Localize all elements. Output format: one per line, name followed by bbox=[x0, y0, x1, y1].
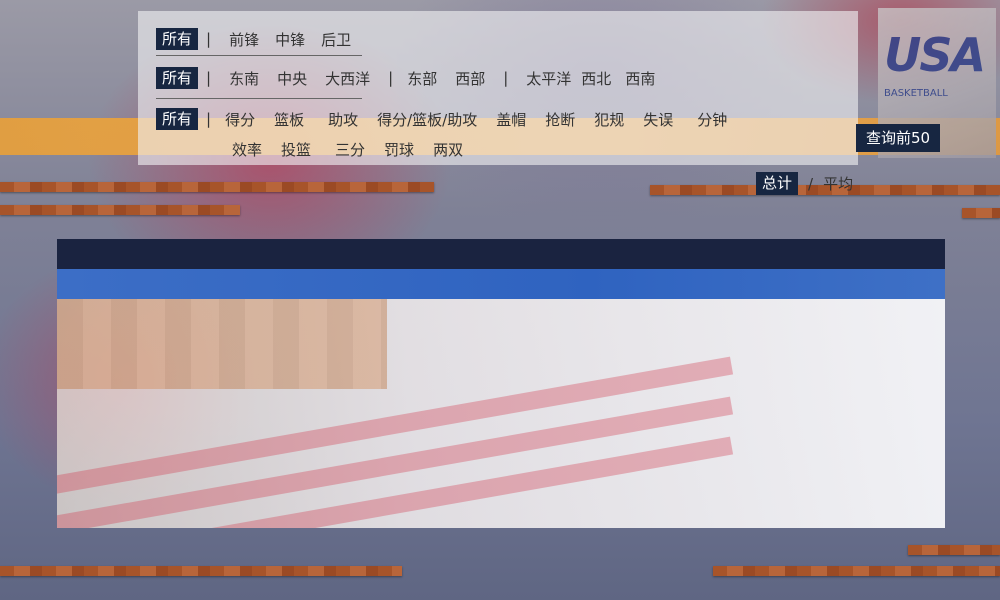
separator: | bbox=[206, 110, 212, 128]
position-option[interactable]: 中锋 bbox=[275, 29, 305, 50]
query-top50-button[interactable]: 查询前50 bbox=[856, 124, 940, 152]
stat-option[interactable]: 三分 bbox=[335, 139, 365, 160]
wood-plank bbox=[908, 545, 1000, 555]
average-tab[interactable]: 平均 bbox=[823, 173, 853, 194]
page-background: USA BASKETBALL 所有 | 前锋 中锋 后卫 所有 | 东南 中央 … bbox=[0, 0, 1000, 600]
position-option[interactable]: 后卫 bbox=[321, 29, 351, 50]
division-option[interactable]: 中央 bbox=[277, 68, 307, 89]
stat-option[interactable]: 投篮 bbox=[281, 139, 311, 160]
stat-option[interactable]: 罚球 bbox=[384, 139, 414, 160]
group-separator: | bbox=[503, 69, 509, 87]
division-all-chip[interactable]: 所有 bbox=[156, 67, 199, 89]
total-average-toggle: 总计 / 平均 bbox=[756, 172, 853, 195]
division-option[interactable]: 太平洋 bbox=[526, 68, 571, 89]
wood-plank bbox=[962, 208, 1000, 218]
division-option[interactable]: 东南 bbox=[229, 68, 259, 89]
filter-panel: 所有 | 前锋 中锋 后卫 所有 | 东南 中央 大西洋 | 东部 西部 | 太… bbox=[138, 11, 858, 165]
stat-option[interactable]: 效率 bbox=[232, 139, 262, 160]
position-filter-row: 所有 | 前锋 中锋 后卫 bbox=[156, 28, 367, 50]
table-body bbox=[57, 299, 945, 528]
logo-text: USA bbox=[884, 28, 986, 82]
stat-option[interactable]: 分钟 bbox=[697, 109, 727, 130]
separator: | bbox=[206, 30, 212, 48]
background-floor-texture bbox=[57, 299, 387, 389]
division-filter-row: 所有 | 东南 中央 大西洋 | 东部 西部 | 太平洋 西北 西南 bbox=[156, 67, 671, 89]
stat-filter-row-2: 效率 投篮 三分 罚球 两双 bbox=[232, 139, 479, 160]
stat-option[interactable]: 盖帽 bbox=[496, 109, 526, 130]
divider bbox=[156, 55, 362, 56]
toggle-separator: / bbox=[808, 174, 814, 193]
stat-option[interactable]: 失误 bbox=[643, 109, 673, 130]
division-option[interactable]: 大西洋 bbox=[325, 68, 370, 89]
stat-option[interactable]: 犯规 bbox=[594, 109, 624, 130]
wood-plank bbox=[0, 566, 402, 576]
position-all-chip[interactable]: 所有 bbox=[156, 28, 199, 50]
stat-filter-row: 所有 | 得分 篮板 助攻 得分/篮板/助攻 盖帽 抢断 犯规 失误 分钟 bbox=[156, 108, 727, 130]
stat-all-chip[interactable]: 所有 bbox=[156, 108, 199, 130]
stat-option[interactable]: 两双 bbox=[433, 139, 463, 160]
stat-option[interactable]: 得分 bbox=[225, 109, 255, 130]
logo-subtext: BASKETBALL bbox=[884, 88, 948, 99]
wood-plank bbox=[0, 182, 434, 192]
wood-plank bbox=[713, 566, 1000, 576]
stat-option[interactable]: 篮板 bbox=[274, 109, 304, 130]
separator: | bbox=[206, 69, 212, 87]
conference-option[interactable]: 东部 bbox=[407, 68, 437, 89]
position-option[interactable]: 前锋 bbox=[229, 29, 259, 50]
division-option[interactable]: 西北 bbox=[581, 68, 611, 89]
group-separator: | bbox=[388, 69, 394, 87]
stat-option[interactable]: 得分/篮板/助攻 bbox=[377, 109, 477, 130]
stat-option[interactable]: 助攻 bbox=[328, 109, 358, 130]
wood-plank bbox=[0, 205, 240, 215]
division-option[interactable]: 西南 bbox=[625, 68, 655, 89]
results-table bbox=[57, 239, 945, 528]
stat-option[interactable]: 抢断 bbox=[545, 109, 575, 130]
table-title-bar bbox=[57, 239, 945, 269]
total-tab[interactable]: 总计 bbox=[756, 172, 799, 195]
conference-option[interactable]: 西部 bbox=[455, 68, 485, 89]
table-header-row bbox=[57, 269, 945, 299]
divider bbox=[156, 98, 362, 99]
